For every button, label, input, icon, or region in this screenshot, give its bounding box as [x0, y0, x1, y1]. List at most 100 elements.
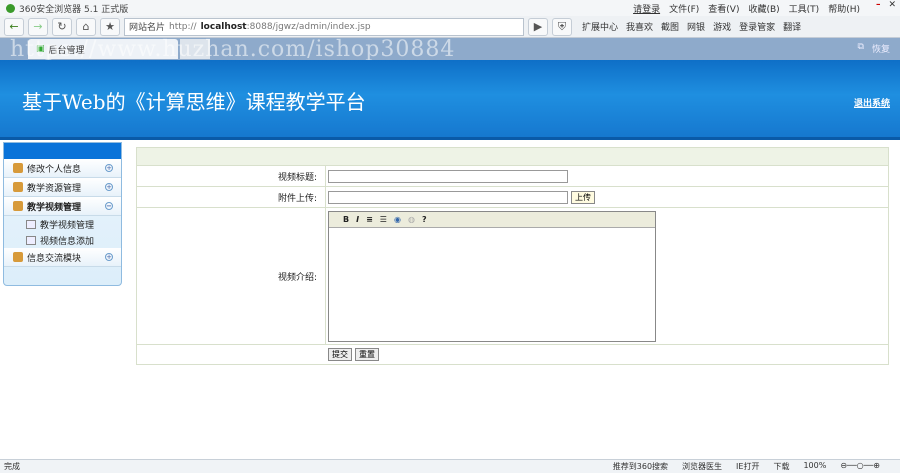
list-icon — [26, 219, 36, 229]
ext-translate[interactable]: 翻译 — [783, 20, 801, 33]
expand-icon[interactable]: + — [105, 253, 113, 261]
sidebar-item-label: 教学视频管理 — [27, 202, 82, 213]
menu-tools[interactable]: 工具(T) — [789, 2, 820, 15]
sidebar-item-label: 修改个人信息 — [27, 164, 82, 175]
browser-toolbar: ← → ↻ ⌂ ★ 网站名片 http://localhost:8088/jgw… — [0, 16, 900, 38]
bold-button[interactable]: B — [343, 215, 349, 224]
sidebar-item-label: 教学资源管理 — [27, 183, 82, 194]
status-bar: 完成 推荐到360搜索 浏览器医生 IE打开 下载 100% ⊖──○──⊕ — [0, 459, 900, 473]
intro-label: 视频介绍: — [137, 208, 326, 344]
url-host: localhost — [200, 21, 247, 32]
sidebar-item-profile[interactable]: 修改个人信息 + — [4, 159, 121, 178]
menu-file[interactable]: 文件(F) — [669, 2, 699, 15]
home-button[interactable]: ⌂ — [76, 17, 96, 36]
subitem-video-manage[interactable]: 教学视频管理 — [4, 216, 121, 232]
ordered-list-button[interactable]: ≡ — [366, 215, 373, 224]
subitem-label: 教学视频管理 — [40, 220, 95, 231]
sidebar: 修改个人信息 + 教学资源管理 + 教学视频管理 − 教学视频管理 视频信息添加 信息… — [3, 142, 122, 286]
users-icon — [13, 182, 23, 192]
url-prefix: http:// — [169, 21, 197, 32]
ext-games[interactable]: 游戏 — [713, 20, 731, 33]
site-title: 基于Web的《计算思维》课程教学平台 — [22, 90, 366, 114]
browser-menu: 请登录 文件(F) 查看(V) 收藏(B) 工具(T) 帮助(H) — [633, 2, 860, 15]
row-actions: 提交 重置 — [137, 344, 888, 364]
zoom-slider[interactable]: ⊖──○──⊕ — [840, 461, 880, 472]
new-tab-button[interactable] — [180, 39, 210, 59]
status-text: 完成 — [4, 462, 20, 471]
browser-title: 360安全浏览器 5.1 正式版 — [19, 4, 129, 15]
reset-button[interactable]: 重置 — [355, 348, 379, 361]
expand-icon[interactable]: + — [105, 183, 113, 191]
calendar-icon — [26, 235, 36, 245]
users-icon — [13, 201, 23, 211]
downloads[interactable]: 下载 — [773, 461, 789, 472]
link-button[interactable]: ◉ — [394, 215, 401, 224]
tab-bar-right: ⧉ 恢复 — [858, 42, 890, 55]
menu-help[interactable]: 帮助(H) — [828, 2, 860, 15]
restore-button[interactable]: 恢复 — [872, 42, 890, 55]
upload-button[interactable]: 上传 — [571, 190, 595, 204]
shield-icon[interactable]: ⛨ — [552, 17, 572, 36]
extension-bar: 扩展中心 我喜欢 截图 网银 游戏 登录管家 翻译 — [582, 20, 801, 33]
ext-login-manager[interactable]: 登录管家 — [739, 20, 775, 33]
row-attachment: 附件上传: 上传 — [137, 186, 888, 207]
title-input[interactable] — [328, 169, 568, 183]
title-label: 视频标题: — [137, 166, 326, 186]
close-button[interactable]: ✕ — [888, 0, 896, 10]
menu-favorites[interactable]: 收藏(B) — [748, 2, 779, 15]
tab-label: 后台管理 — [48, 45, 85, 56]
users-icon — [13, 252, 23, 262]
recommend-360-search[interactable]: 推荐到360搜索 — [613, 461, 668, 472]
ext-screenshot[interactable]: 截图 — [661, 20, 679, 33]
site-card[interactable]: 网站名片 — [129, 20, 165, 33]
browser-logo-icon — [6, 3, 15, 13]
sidebar-item-videos[interactable]: 教学视频管理 − — [4, 197, 121, 216]
italic-button[interactable]: I — [356, 215, 359, 224]
menu-view[interactable]: 查看(V) — [708, 2, 739, 15]
sidebar-item-label: 信息交流模块 — [27, 253, 82, 264]
minimize-button[interactable]: – — [876, 0, 881, 10]
address-bar[interactable]: 网站名片 http://localhost:8088/jgwz/admin/in… — [124, 17, 524, 36]
browser-doctor[interactable]: 浏览器医生 — [682, 461, 722, 472]
rich-text-editor: B I ≡ ☰ ◉ ◍ ? — [328, 210, 656, 342]
sidebar-header — [4, 143, 121, 159]
form-header — [137, 148, 888, 165]
go-button[interactable]: ▶ — [528, 17, 548, 36]
favorite-star-button[interactable]: ★ — [100, 17, 120, 36]
subitem-label: 视频信息添加 — [40, 236, 95, 247]
sidebar-item-messages[interactable]: 信息交流模块 + — [4, 248, 121, 267]
forward-button[interactable]: → — [28, 17, 48, 36]
expand-icon[interactable]: + — [105, 164, 113, 172]
collapse-icon[interactable]: − — [105, 202, 113, 210]
back-button[interactable]: ← — [4, 17, 24, 36]
site-banner: 基于Web的《计算思维》课程教学平台 退出系统 — [0, 60, 900, 140]
zoom-level[interactable]: 100% — [803, 461, 826, 472]
editor-toolbar: B I ≡ ☰ ◉ ◍ ? — [329, 211, 655, 228]
tab-bar: ▣ 后台管理 — [0, 38, 900, 60]
tab-admin[interactable]: ▣ 后台管理 — [28, 39, 178, 59]
window-controls: – ✕ — [876, 0, 896, 10]
login-link[interactable]: 请登录 — [633, 2, 660, 15]
row-intro: 视频介绍: B I ≡ ☰ ◉ ◍ ? — [137, 207, 888, 344]
ext-center[interactable]: 扩展中心 — [582, 20, 618, 33]
restore-icon[interactable]: ⧉ — [858, 42, 864, 55]
attachment-label: 附件上传: — [137, 187, 326, 207]
unordered-list-button[interactable]: ☰ — [380, 215, 387, 224]
attachment-input[interactable] — [328, 190, 568, 204]
row-title: 视频标题: — [137, 165, 888, 186]
url-path: :8088/jgwz/admin/index.jsp — [246, 21, 371, 32]
refresh-button[interactable]: ↻ — [52, 17, 72, 36]
help-button[interactable]: ? — [422, 215, 427, 224]
page-icon: ▣ — [36, 44, 45, 54]
logout-link[interactable]: 退出系统 — [854, 96, 890, 109]
editor-content[interactable] — [329, 228, 655, 341]
open-in-ie[interactable]: IE打开 — [736, 461, 759, 472]
ext-bank[interactable]: 网银 — [687, 20, 705, 33]
ext-like[interactable]: 我喜欢 — [626, 20, 653, 33]
submit-button[interactable]: 提交 — [328, 348, 352, 361]
subitem-video-add[interactable]: 视频信息添加 — [4, 232, 121, 248]
unlink-button[interactable]: ◍ — [408, 215, 415, 224]
video-form: 视频标题: 附件上传: 上传 视频介绍: B I ≡ ☰ ◉ ◍ ? 提交 重置 — [136, 147, 889, 365]
users-icon — [13, 163, 23, 173]
sidebar-item-resources[interactable]: 教学资源管理 + — [4, 178, 121, 197]
